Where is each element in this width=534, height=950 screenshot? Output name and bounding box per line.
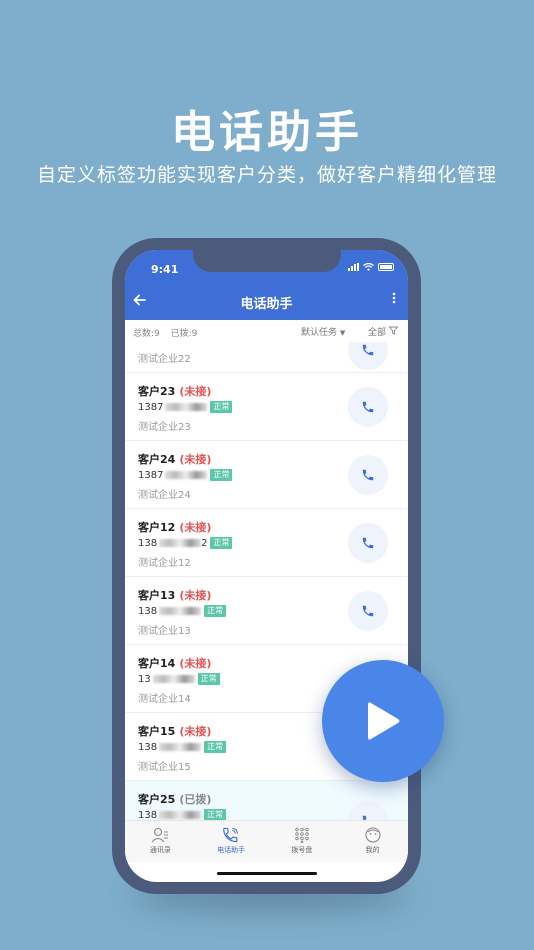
call-state: (未接) (179, 385, 212, 398)
tab-contacts[interactable]: 通讯录 (125, 821, 196, 862)
call-button[interactable] (348, 523, 388, 563)
phone-number: 138 正常 (138, 809, 227, 820)
total-count: 总数:9 (133, 329, 160, 339)
list-item[interactable]: 客户23 (未接) 1387 正常 测试企业23 (125, 373, 408, 441)
more-button[interactable] (392, 292, 396, 308)
call-state: (未接) (179, 521, 212, 534)
wifi-icon (363, 263, 374, 271)
filter-bar: 总数:9 已拨:9 默认任务 ▼ 全部 (125, 320, 408, 342)
task-dropdown[interactable]: 默认任务 ▼ (301, 325, 345, 338)
masked-digits (159, 811, 202, 819)
phone-number: 138 2 正常 (138, 537, 233, 549)
company-name: 测试企业24 (138, 490, 191, 501)
task-dropdown-label: 默认任务 (301, 328, 338, 338)
caret-down-icon: ▼ (339, 329, 346, 337)
company-name: 测试企业12 (138, 558, 191, 569)
call-state: (未接) (179, 657, 212, 670)
filter-all-label: 全部 (368, 328, 387, 338)
customer-name: 客户15 (未接) (138, 725, 212, 738)
call-stats: 总数:9 已拨:9 (133, 326, 205, 339)
play-button[interactable] (322, 660, 444, 782)
call-button[interactable] (348, 342, 388, 370)
phone-screen: 9:41 电话助手 总数:9 已拨:9 默认任务 ▼ 全部 测试企业22 客户2… (125, 250, 408, 882)
masked-digits (165, 403, 208, 411)
hero-subtitle: 自定义标签功能实现客户分类，做好客户精细化管理 (36, 164, 497, 186)
call-button[interactable] (348, 591, 388, 631)
phone-number: 138 正常 (138, 605, 227, 617)
list-item[interactable]: 客户13 (未接) 138 正常 测试企业13 (125, 577, 408, 645)
more-vertical-icon (392, 292, 396, 304)
company-name: 测试企业23 (138, 422, 191, 433)
company-name: 测试企业14 (138, 694, 191, 705)
filter-all-button[interactable]: 全部 (368, 325, 399, 338)
list-item[interactable]: 客户12 (未接) 138 2 正常 测试企业12 (125, 509, 408, 577)
call-button[interactable] (348, 801, 388, 820)
company-name: 测试企业13 (138, 626, 191, 637)
hero-title: 电话助手 (171, 107, 363, 158)
phone-number: 138 正常 (138, 741, 227, 753)
status-badge: 正常 (210, 401, 233, 413)
phone-number: 1387 正常 (138, 469, 233, 481)
masked-digits (165, 471, 208, 479)
masked-digits (159, 743, 202, 751)
battery-icon (378, 263, 394, 271)
dialed-count: 已拨:9 (170, 329, 198, 339)
customer-name: 客户25 (已拨) (138, 793, 212, 806)
status-badge: 正常 (210, 469, 233, 481)
customer-name: 客户23 (未接) (138, 385, 212, 398)
call-state: (未接) (179, 589, 212, 602)
phone-icon (362, 537, 374, 549)
bottom-tab-bar: 通讯录 电话助手 拨号盘 我的 (125, 820, 408, 862)
tab-dialpad[interactable]: 拨号盘 (267, 821, 338, 862)
masked-digits (159, 539, 202, 547)
company-name: 测试企业15 (138, 762, 191, 773)
call-button[interactable] (348, 455, 388, 495)
app-header: 9:41 电话助手 (125, 250, 408, 320)
phone-icon (362, 344, 374, 356)
phone-icon (362, 401, 374, 413)
profile-icon (365, 827, 381, 843)
status-time: 9:41 (151, 263, 179, 276)
call-state: (已拨) (179, 793, 212, 806)
tab-profile[interactable]: 我的 (337, 821, 408, 862)
customer-name: 客户24 (未接) (138, 453, 212, 466)
list-item[interactable]: 测试企业22 (125, 342, 408, 373)
contacts-icon (151, 827, 169, 843)
phone-icon (362, 469, 374, 481)
masked-digits (152, 675, 195, 683)
phone-number: 13 正常 (138, 673, 220, 685)
phone-icon (223, 827, 239, 843)
company-name: 测试企业22 (138, 354, 191, 365)
call-state: (未接) (179, 453, 212, 466)
call-button[interactable] (348, 387, 388, 427)
customer-name: 客户12 (未接) (138, 521, 212, 534)
tab-label: 我的 (365, 846, 380, 854)
tab-label: 通讯录 (149, 846, 171, 854)
phone-icon (362, 605, 374, 617)
status-badge: 正常 (210, 537, 233, 549)
status-badge: 正常 (197, 673, 220, 685)
call-state: (未接) (179, 725, 212, 738)
dialpad-icon (295, 827, 309, 843)
play-icon (368, 702, 400, 740)
status-badge: 正常 (204, 605, 227, 617)
customer-name: 客户14 (未接) (138, 657, 212, 670)
phone-frame: 9:41 电话助手 总数:9 已拨:9 默认任务 ▼ 全部 测试企业22 客户2… (112, 238, 421, 894)
phone-number: 1387 正常 (138, 401, 233, 413)
list-item[interactable]: 客户25 (已拨) 138 正常 (125, 781, 408, 820)
tab-phone-assistant[interactable]: 电话助手 (196, 821, 267, 862)
masked-digits (159, 607, 202, 615)
tab-label: 拨号盘 (291, 846, 313, 854)
phone-notch (193, 250, 341, 272)
list-item[interactable]: 客户24 (未接) 1387 正常 测试企业24 (125, 441, 408, 509)
page-title: 电话助手 (240, 297, 293, 312)
status-badge: 正常 (204, 741, 227, 753)
status-icons (348, 263, 394, 271)
filter-icon (388, 326, 399, 335)
signal-icon (348, 263, 359, 271)
customer-name: 客户13 (未接) (138, 589, 212, 602)
tab-label: 电话助手 (217, 846, 246, 854)
status-badge: 正常 (204, 809, 227, 820)
home-indicator (217, 872, 317, 875)
